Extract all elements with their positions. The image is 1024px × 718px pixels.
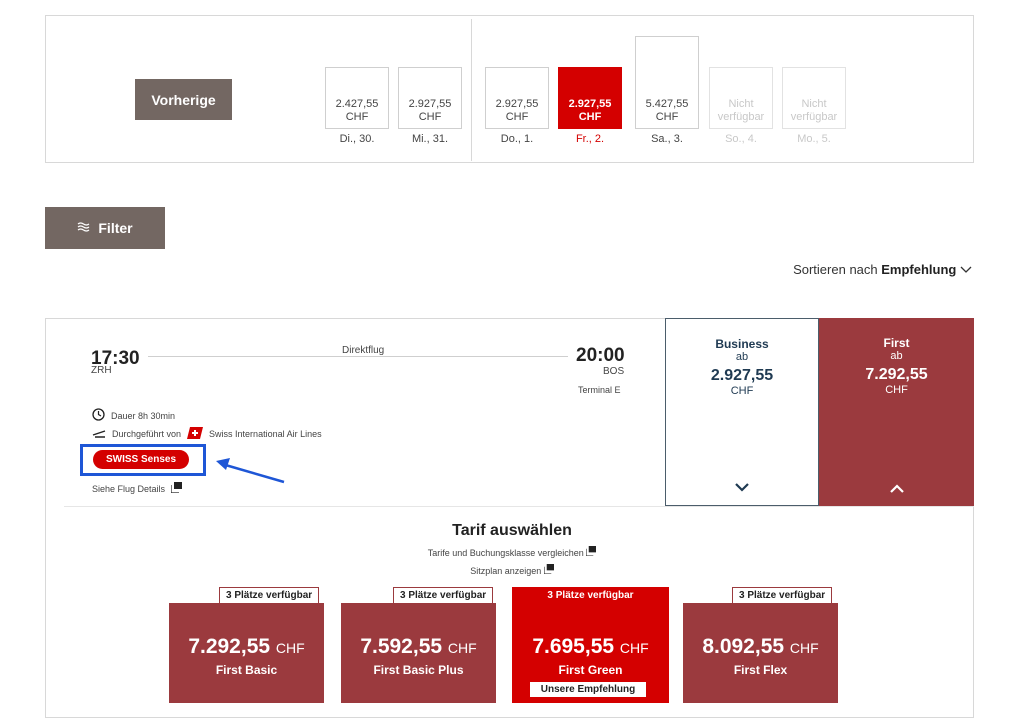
operator-prefix: Durchgeführt von (112, 429, 182, 439)
chevron-down-icon (960, 262, 972, 277)
cabin-currency: CHF (885, 384, 908, 396)
day-label: Fr., 2. (575, 133, 605, 145)
cabin-name: Business (715, 337, 769, 351)
day-price: Nicht (728, 98, 754, 110)
airplane-icon (92, 428, 106, 440)
departure-airport: ZRH (91, 365, 112, 376)
day-currency: CHF (578, 111, 602, 123)
cabin-from-label: ab (735, 351, 749, 363)
sort-value: Empfehlung (881, 262, 957, 277)
flight-type: Direktflug (340, 345, 387, 356)
fare-name: First Flex (733, 663, 788, 677)
route-line (148, 356, 568, 357)
external-window-icon (543, 564, 554, 576)
clock-icon (92, 408, 105, 423)
day-label: So., 4. (725, 133, 757, 145)
cabin-first[interactable]: First ab 7.292,55 CHF (819, 318, 974, 506)
fare-price: 7.292,55 (188, 635, 271, 658)
cabin-currency: CHF (730, 385, 754, 397)
day-label: Mi., 31. (411, 133, 449, 145)
previous-button[interactable]: Vorherige (135, 79, 232, 120)
fare-price: 8.092,55 (702, 635, 785, 658)
fare-card-first-flex[interactable]: 8.092,55 CHF First Flex (683, 603, 838, 703)
filter-button[interactable]: Filter (45, 207, 165, 249)
arrival-airport: BOS (603, 366, 625, 377)
cabin-from-label: ab (890, 350, 903, 362)
chevron-up-icon[interactable] (819, 480, 974, 498)
day-price: 2.427,55 (335, 98, 379, 110)
day-label: Do., 1. (500, 133, 534, 145)
fare-name: First Basic Plus (373, 663, 464, 677)
annotation-highlight-box (80, 444, 206, 476)
day-price: 2.927,55 (495, 98, 539, 110)
filter-label: Filter (98, 220, 133, 236)
operator-name: Swiss International Air Lines (209, 429, 322, 439)
fare-card-first-basic-plus[interactable]: 7.592,55 CHF First Basic Plus (341, 603, 496, 703)
compare-fares-link[interactable]: Tarife und Buchungsklasse vergleichen (0, 546, 1024, 558)
filter-icon (77, 220, 90, 236)
recommendation-badge: Unsere Empfehlung (529, 681, 647, 698)
cabin-business[interactable]: Business ab 2.927,55 CHF (665, 318, 819, 506)
external-window-icon (585, 546, 597, 558)
fare-card-first-basic[interactable]: 7.292,55 CHF First Basic (169, 603, 324, 703)
cabin-price: 2.927,55 (710, 367, 774, 384)
cabin-name: First (883, 336, 910, 350)
fare-currency: CHF (275, 640, 305, 656)
seats-available-badge: 3 Plätze verfügbar (219, 587, 320, 603)
operator-row: Durchgeführt von Swiss International Air… (92, 427, 322, 441)
chevron-down-icon[interactable] (666, 479, 818, 497)
fare-currency: CHF (789, 640, 819, 656)
day-price: 2.927,55 (408, 98, 452, 110)
swiss-logo-icon (187, 427, 204, 441)
duration-row: Dauer 8h 30min (92, 408, 175, 423)
arrival-time: 20:00 (576, 345, 625, 366)
day-currency: CHF (418, 111, 442, 123)
seatmap-link[interactable]: Sitzplan anzeigen (0, 564, 1024, 576)
sort-dropdown[interactable]: Sortieren nach Empfehlung (793, 262, 972, 277)
fare-price: 7.695,55 (532, 635, 615, 658)
duration-text: Dauer 8h 30min (111, 410, 176, 421)
sort-prefix: Sortieren nach (793, 262, 878, 277)
day-price: 5.427,55 (645, 98, 689, 110)
terminal-info: Terminal E (578, 385, 621, 395)
day-currency: CHF (655, 111, 679, 123)
day-label: Di., 30. (339, 133, 375, 145)
fare-name: First Basic (215, 663, 278, 677)
details-link-label: Siehe Flug Details (92, 483, 166, 494)
annotation-arrow-icon (216, 458, 285, 484)
fare-price: 7.592,55 (360, 635, 443, 658)
day-label: Sa., 3. (651, 133, 683, 145)
fare-currency: CHF (447, 640, 477, 656)
day-currency: verfügbar (717, 111, 765, 123)
day-price: 2.927,55 (568, 98, 612, 110)
seats-available-badge: 3 Plätze verfügbar (732, 587, 833, 603)
seatmap-link-label: Sitzplan anzeigen (470, 566, 542, 576)
day-label: Mo., 5. (797, 133, 831, 145)
day-currency: verfügbar (790, 111, 838, 123)
section-divider (64, 506, 974, 507)
day-currency: CHF (505, 111, 529, 123)
cabin-price: 7.292,55 (865, 366, 928, 383)
month-divider (471, 19, 472, 161)
flight-details-link[interactable]: Siehe Flug Details (92, 482, 183, 495)
compare-link-label: Tarife und Buchungsklasse vergleichen (427, 548, 584, 558)
day-currency: CHF (345, 111, 369, 123)
external-window-icon (170, 482, 183, 495)
fare-name: First Green (558, 663, 623, 677)
seats-available-badge: 3 Plätze verfügbar (512, 587, 669, 603)
tarif-title: Tarif auswählen (452, 522, 572, 539)
fare-currency: CHF (619, 640, 649, 656)
day-price: Nicht (801, 98, 827, 110)
seats-available-badge: 3 Plätze verfügbar (393, 587, 494, 603)
